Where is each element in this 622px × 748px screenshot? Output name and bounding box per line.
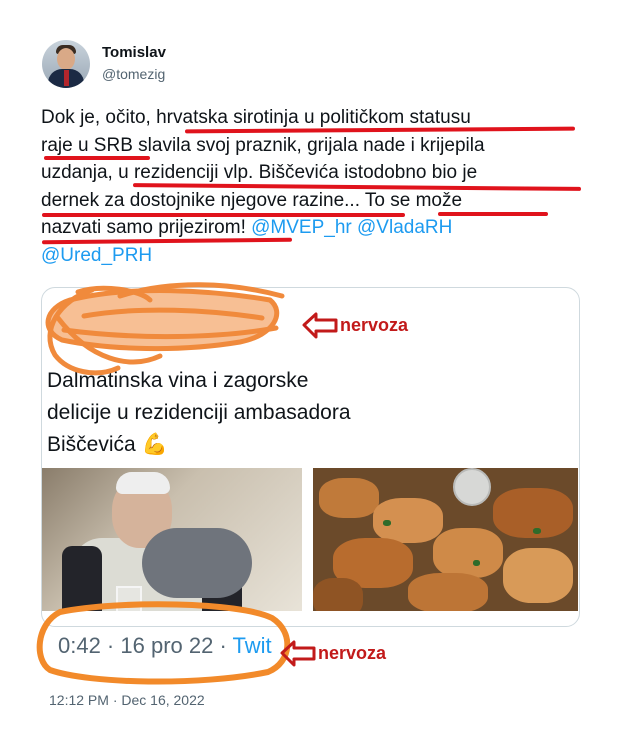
annotation-label: nervoza [318,643,387,663]
orange-circle [36,601,291,685]
tweet-timestamp[interactable]: 12:12 PM · Dec 16, 2022 [49,692,205,708]
red-arrow-icon [302,312,338,339]
annotation-label: nervoza [340,315,409,335]
annotation-overlay [36,282,338,685]
orange-scribble [45,282,285,376]
